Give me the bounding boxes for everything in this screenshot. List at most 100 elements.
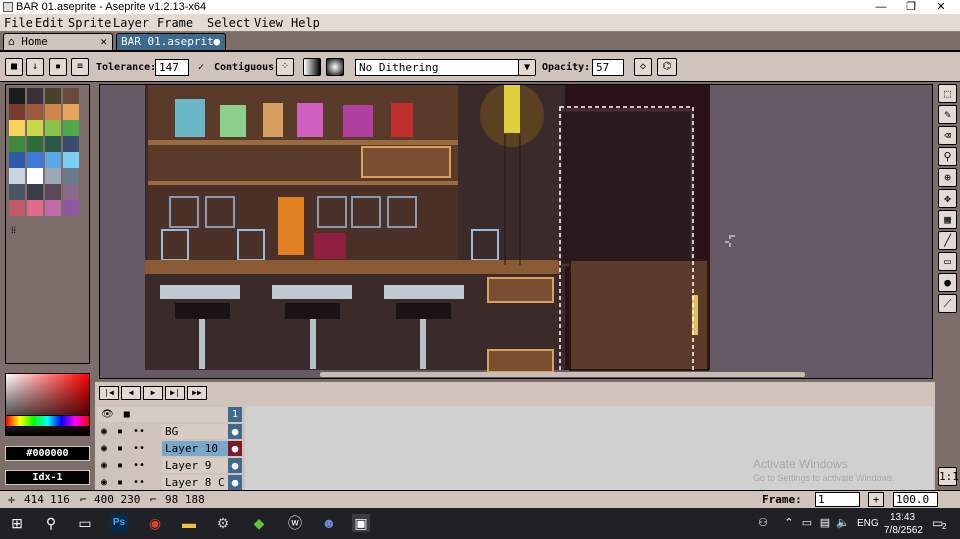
eraser-tool-icon[interactable]: ⌫ bbox=[938, 126, 957, 145]
app-icon-green[interactable]: ◆ bbox=[250, 514, 268, 532]
first-frame-button[interactable]: |◀ bbox=[99, 386, 119, 400]
layer-name[interactable]: Layer 10 bbox=[162, 441, 237, 456]
timeline-toggle-icon[interactable]: 1:1 bbox=[938, 467, 959, 486]
arrow-down-icon[interactable]: ↓ bbox=[26, 58, 44, 76]
palette-swatch[interactable] bbox=[9, 200, 25, 216]
clock-date[interactable]: 7/8/2562 bbox=[884, 525, 923, 536]
cel-dot-icon[interactable]: ● bbox=[228, 475, 242, 490]
palette-swatch[interactable] bbox=[63, 120, 79, 136]
menu-help[interactable]: Help bbox=[291, 15, 320, 31]
foreground-color-hex[interactable]: #000000 bbox=[5, 446, 90, 461]
pencil-tool-icon[interactable]: ✎ bbox=[938, 105, 957, 124]
sprite-canvas[interactable] bbox=[100, 85, 933, 379]
visibility-eye-icon[interactable]: ◉ bbox=[101, 458, 107, 473]
palette-swatch[interactable] bbox=[9, 88, 25, 104]
palette-swatch[interactable] bbox=[9, 104, 25, 120]
palette-swatch[interactable] bbox=[27, 136, 43, 152]
layer-name[interactable]: Layer 8 C bbox=[162, 475, 237, 490]
visibility-eye-icon[interactable]: ◉ bbox=[101, 424, 107, 439]
palette-swatch[interactable] bbox=[27, 200, 43, 216]
layer-lock-icon[interactable]: ▪ bbox=[117, 475, 123, 490]
line-tool-icon[interactable]: ╱ bbox=[938, 231, 957, 250]
pixel-mode-icon[interactable]: ⁘ bbox=[276, 58, 294, 76]
palette-swatch[interactable] bbox=[27, 152, 43, 168]
palette-swatch[interactable] bbox=[45, 152, 61, 168]
palette-swatch[interactable] bbox=[9, 184, 25, 200]
play-button[interactable]: ▶ bbox=[143, 386, 163, 400]
dithering-select[interactable]: No Dithering bbox=[355, 59, 519, 76]
zoom-field[interactable]: 100.0 bbox=[893, 492, 938, 507]
continuous-icon[interactable]: •• bbox=[133, 475, 145, 490]
layer-row[interactable]: ◉ ▪ •• Layer 8 C ● bbox=[97, 475, 242, 490]
volume-icon[interactable]: 🔈 bbox=[834, 514, 852, 532]
photoshop-icon[interactable]: Ps bbox=[110, 514, 128, 532]
layer-name[interactable]: Layer 9 bbox=[162, 458, 237, 473]
frame-field[interactable]: 1 bbox=[815, 492, 860, 507]
palette-swatch[interactable] bbox=[45, 88, 61, 104]
tray-chevron-icon[interactable]: ⌃ bbox=[780, 514, 798, 532]
color-index-label[interactable]: Idx-1 bbox=[5, 470, 90, 485]
last-frame-button[interactable]: ▶▶ bbox=[187, 386, 207, 400]
palette-swatch[interactable] bbox=[27, 120, 43, 136]
windows-start-icon[interactable]: ⊞ bbox=[8, 514, 26, 532]
file-explorer-icon[interactable]: ▬ bbox=[180, 514, 198, 532]
tolerance-field[interactable]: 147 bbox=[155, 59, 189, 76]
gradient-radial-icon[interactable] bbox=[326, 58, 344, 76]
palette-swatch[interactable] bbox=[45, 136, 61, 152]
gradient-linear-icon[interactable] bbox=[303, 58, 321, 76]
move-tool-icon[interactable]: ✥ bbox=[938, 189, 957, 208]
layer-name[interactable]: BG bbox=[162, 424, 237, 439]
discord-icon[interactable]: ☻ bbox=[320, 514, 338, 532]
layer-row[interactable]: ◉ ▪ •• Layer 10 ● bbox=[97, 441, 242, 456]
contiguous-label[interactable]: Contiguous bbox=[214, 62, 274, 73]
palette-swatch[interactable] bbox=[63, 168, 79, 184]
network-icon[interactable]: ▤ bbox=[816, 514, 834, 532]
contiguous-check-icon[interactable]: ✓ bbox=[198, 62, 204, 73]
minimize-button[interactable]: — bbox=[866, 0, 896, 14]
palette-swatch[interactable] bbox=[63, 88, 79, 104]
app-icon-w[interactable]: ⓦ bbox=[286, 514, 304, 532]
blur-tool-icon[interactable]: ● bbox=[938, 273, 957, 292]
language-indicator[interactable]: ENG bbox=[857, 518, 879, 529]
new-frame-button[interactable]: + bbox=[868, 492, 884, 507]
layer-lock-icon[interactable]: ▪ bbox=[117, 458, 123, 473]
palette-swatch[interactable] bbox=[63, 184, 79, 200]
tray-app-icon[interactable]: ▭ bbox=[798, 514, 816, 532]
people-icon[interactable]: ⚇ bbox=[754, 514, 772, 532]
palette-swatch[interactable] bbox=[27, 104, 43, 120]
palette-handle-icon[interactable]: ⁞⁞ bbox=[11, 225, 16, 236]
layer-lock-icon[interactable]: ▪ bbox=[117, 441, 123, 456]
smudge-tool-icon[interactable]: ⟋ bbox=[938, 294, 957, 313]
rectangle-tool-icon[interactable]: ▭ bbox=[938, 252, 957, 271]
palette-swatch[interactable] bbox=[9, 136, 25, 152]
next-frame-button[interactable]: ▶| bbox=[165, 386, 185, 400]
layer-lock-icon[interactable]: ▪ bbox=[117, 424, 123, 439]
close-window-button[interactable]: ✕ bbox=[926, 0, 956, 14]
continuous-icon[interactable]: •• bbox=[133, 458, 145, 473]
palette-swatch[interactable] bbox=[45, 200, 61, 216]
prev-frame-button[interactable]: ◀ bbox=[121, 386, 141, 400]
palette-swatch[interactable] bbox=[63, 152, 79, 168]
menu-select[interactable]: Select bbox=[207, 15, 250, 31]
palette-swatch[interactable] bbox=[9, 152, 25, 168]
chevron-down-icon[interactable]: ▼ bbox=[518, 59, 536, 76]
chrome-icon[interactable]: ◉ bbox=[146, 514, 164, 532]
menu-edit[interactable]: Edit bbox=[35, 15, 64, 31]
palette-swatch[interactable] bbox=[27, 168, 43, 184]
symmetry-icon[interactable]: ⌬ bbox=[657, 58, 677, 76]
search-icon[interactable]: ⚲ bbox=[42, 514, 60, 532]
fill-tool-icon[interactable]: ▦ bbox=[938, 210, 957, 229]
palette-swatch[interactable] bbox=[63, 104, 79, 120]
cel-dot-icon[interactable]: ● bbox=[228, 424, 242, 439]
palette-swatch[interactable] bbox=[45, 104, 61, 120]
options-icon[interactable]: ≡ bbox=[71, 58, 89, 76]
tab-bar01[interactable]: BAR 01.aseprite ● bbox=[116, 33, 226, 50]
canvas-area[interactable] bbox=[99, 84, 933, 379]
palette-swatch[interactable] bbox=[45, 168, 61, 184]
layer-row[interactable]: ◉ ▪ •• Layer 9 ● bbox=[97, 458, 242, 473]
lock-icon[interactable]: ■ bbox=[5, 58, 23, 76]
menu-sprite[interactable]: Sprite bbox=[68, 15, 111, 31]
clock-time[interactable]: 13:43 bbox=[890, 512, 915, 523]
marquee-tool-icon[interactable]: ⬚ bbox=[938, 84, 957, 103]
palette-swatch[interactable] bbox=[45, 120, 61, 136]
